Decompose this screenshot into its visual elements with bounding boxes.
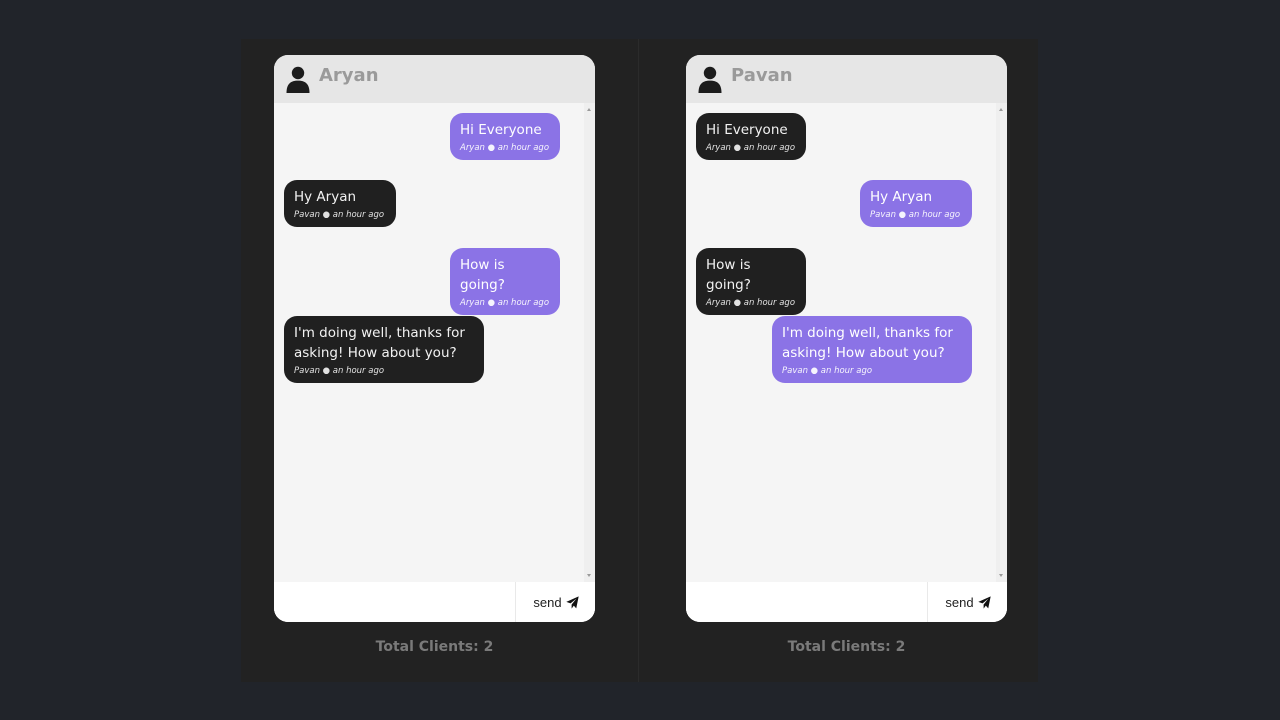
message-list[interactable]: Hi Everyone Aryan ● an hour ago Hy Aryan… — [686, 103, 996, 582]
message-input[interactable] — [686, 582, 928, 622]
chat-window-pavan: Pavan Hi Everyone Aryan ● an hour ago Hy… — [686, 55, 1007, 622]
message-meta: Pavan ● an hour ago — [782, 366, 873, 376]
message-text: I'm doing well, thanks for asking! How a… — [294, 325, 465, 361]
message-bubble: Hy Aryan Pavan ● an hour ago — [860, 180, 972, 227]
scroll-up-icon[interactable] — [999, 108, 1003, 111]
total-clients-label: Total Clients: 2 — [787, 639, 906, 655]
message-input[interactable] — [274, 582, 516, 622]
send-label: send — [945, 594, 974, 610]
message-bubble: I'm doing well, thanks for asking! How a… — [284, 316, 484, 383]
app-stage: Aryan Hi Everyone Aryan ● an hour ago Hy… — [241, 39, 1038, 682]
message-bubble: Hi Everyone Aryan ● an hour ago — [450, 113, 560, 160]
paper-plane-icon — [977, 595, 991, 609]
panel-divider — [638, 39, 639, 682]
paper-plane-icon — [565, 595, 579, 609]
message-bubble: Hy Aryan Pavan ● an hour ago — [284, 180, 396, 227]
chat-user-name: Pavan — [731, 65, 793, 86]
message-composer: send — [274, 582, 595, 622]
scrollbar[interactable] — [996, 103, 1007, 582]
message-meta: Aryan ● an hour ago — [706, 298, 796, 308]
message-meta: Pavan ● an hour ago — [870, 210, 961, 220]
message-meta: Aryan ● an hour ago — [460, 143, 550, 153]
message-meta: Aryan ● an hour ago — [706, 143, 796, 153]
scrollbar[interactable] — [584, 103, 595, 582]
chat-window-aryan: Aryan Hi Everyone Aryan ● an hour ago Hy… — [274, 55, 595, 622]
chat-header: Pavan — [686, 55, 1007, 103]
message-meta: Pavan ● an hour ago — [294, 210, 385, 220]
message-text: I'm doing well, thanks for asking! How a… — [782, 325, 953, 361]
chat-header: Aryan — [274, 55, 595, 103]
total-clients-label: Total Clients: 2 — [375, 639, 494, 655]
user-icon — [286, 66, 310, 93]
chat-user-name: Aryan — [319, 65, 379, 86]
send-button[interactable]: send — [929, 582, 1007, 622]
message-text: How is going? — [706, 257, 751, 293]
send-label: send — [533, 594, 562, 610]
message-composer: send — [686, 582, 1007, 622]
message-text: How is going? — [460, 257, 505, 293]
scroll-down-icon[interactable] — [587, 574, 591, 577]
message-text: Hy Aryan — [294, 189, 357, 205]
message-text: Hi Everyone — [460, 122, 542, 138]
message-bubble: Hi Everyone Aryan ● an hour ago — [696, 113, 806, 160]
scroll-down-icon[interactable] — [999, 574, 1003, 577]
send-button[interactable]: send — [517, 582, 595, 622]
message-bubble: How is going? Aryan ● an hour ago — [450, 248, 560, 315]
message-list[interactable]: Hi Everyone Aryan ● an hour ago Hy Aryan… — [274, 103, 584, 582]
user-icon — [698, 66, 722, 93]
message-bubble: How is going? Aryan ● an hour ago — [696, 248, 806, 315]
scroll-up-icon[interactable] — [587, 108, 591, 111]
message-bubble: I'm doing well, thanks for asking! How a… — [772, 316, 972, 383]
message-meta: Aryan ● an hour ago — [460, 298, 550, 308]
message-meta: Pavan ● an hour ago — [294, 366, 385, 376]
message-text: Hi Everyone — [706, 122, 788, 138]
message-text: Hy Aryan — [870, 189, 933, 205]
